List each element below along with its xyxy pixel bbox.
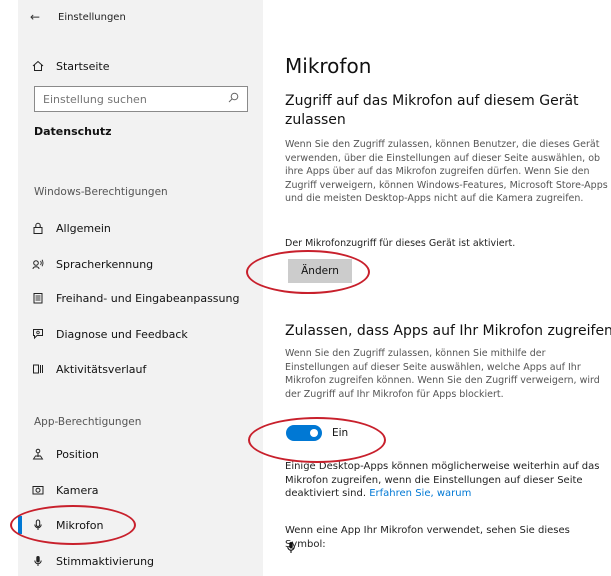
home-icon	[30, 58, 46, 74]
device-access-heading: Zugriff auf das Mikrofon auf diesem Gerä…	[285, 93, 579, 128]
app-access-toggle[interactable]	[286, 425, 322, 441]
microphone-in-use-icon	[287, 538, 295, 557]
page-title: Mikrofon	[285, 54, 372, 78]
sidebar-item-label: Aktivitätsverlauf	[56, 362, 147, 376]
sidebar-item-diagnose[interactable]: Diagnose und Feedback	[18, 321, 263, 347]
desktop-apps-note: Einige Desktop-Apps können möglicherweis…	[285, 460, 609, 501]
search-input[interactable]	[43, 92, 213, 106]
app-access-description: Wenn Sie den Zugriff zulassen, können Si…	[285, 348, 600, 400]
window-title: Einstellungen	[58, 11, 126, 23]
toggle-knob	[310, 429, 318, 437]
toggle-label: Ein	[332, 427, 349, 439]
sidebar-item-position[interactable]: Position	[18, 441, 263, 467]
app-access-heading: Zulassen, dass Apps auf Ihr Mikrofon zug…	[285, 323, 611, 339]
sidebar-item-label: Freihand- und Eingabeanpassung	[56, 291, 240, 305]
sidebar-item-kamera[interactable]: Kamera	[18, 477, 263, 503]
lock-icon	[30, 220, 46, 236]
symbol-note: Wenn eine App Ihr Mikrofon verwendet, se…	[285, 525, 570, 550]
section-label-windows: Windows-Berechtigungen	[34, 186, 168, 198]
device-access-status: Der Mikrofonzugriff für dieses Gerät ist…	[285, 238, 516, 249]
search-box[interactable]	[34, 86, 248, 112]
sidebar-item-label: Allgemein	[56, 221, 111, 235]
change-button[interactable]: Ändern	[288, 259, 352, 283]
device-access-description: Wenn Sie den Zugriff zulassen, können Be…	[285, 139, 608, 204]
sidebar-item-label: Mikrofon	[56, 518, 104, 532]
voice-activation-icon	[30, 553, 46, 569]
sidebar-item-spracherkennung[interactable]: Spracherkennung	[18, 251, 263, 277]
back-arrow-icon[interactable]: ←	[30, 10, 50, 24]
sidebar-item-label: Diagnose und Feedback	[56, 327, 188, 341]
active-indicator	[18, 516, 22, 534]
microphone-icon	[30, 517, 46, 533]
notepad-icon	[30, 290, 46, 306]
search-icon[interactable]	[228, 92, 239, 106]
main-content: Mikrofon Zugriff auf das Mikrofon auf di…	[275, 0, 611, 576]
camera-icon	[30, 482, 46, 498]
learn-more-link[interactable]: Erfahren Sie, warum	[369, 488, 471, 499]
app-access-toggle-row[interactable]: Ein	[286, 425, 348, 441]
speech-icon	[30, 256, 46, 272]
feedback-icon	[30, 326, 46, 342]
group-header: Datenschutz	[34, 125, 112, 138]
sidebar-item-freihand[interactable]: Freihand- und Eingabeanpassung	[18, 285, 263, 311]
sidebar-item-allgemein[interactable]: Allgemein	[18, 215, 263, 241]
timeline-icon	[30, 361, 46, 377]
sidebar-item-label: Stimmaktivierung	[56, 554, 155, 568]
sidebar-item-home[interactable]: Startseite	[18, 53, 263, 79]
sidebar-item-label: Position	[56, 447, 99, 461]
location-icon	[30, 446, 46, 462]
sidebar-item-aktivitaetsverlauf[interactable]: Aktivitätsverlauf	[18, 356, 263, 382]
sidebar-item-mikrofon[interactable]: Mikrofon	[18, 512, 263, 538]
section-label-apps: App-Berechtigungen	[34, 416, 142, 428]
sidebar-item-stimmaktivierung[interactable]: Stimmaktivierung	[18, 548, 263, 574]
sidebar: ← Einstellungen Startseite Datenschutz W…	[18, 0, 263, 576]
title-bar: ← Einstellungen	[30, 10, 126, 24]
sidebar-item-label: Spracherkennung	[56, 257, 154, 271]
sidebar-item-label: Kamera	[56, 483, 99, 497]
sidebar-item-label: Startseite	[56, 59, 110, 73]
